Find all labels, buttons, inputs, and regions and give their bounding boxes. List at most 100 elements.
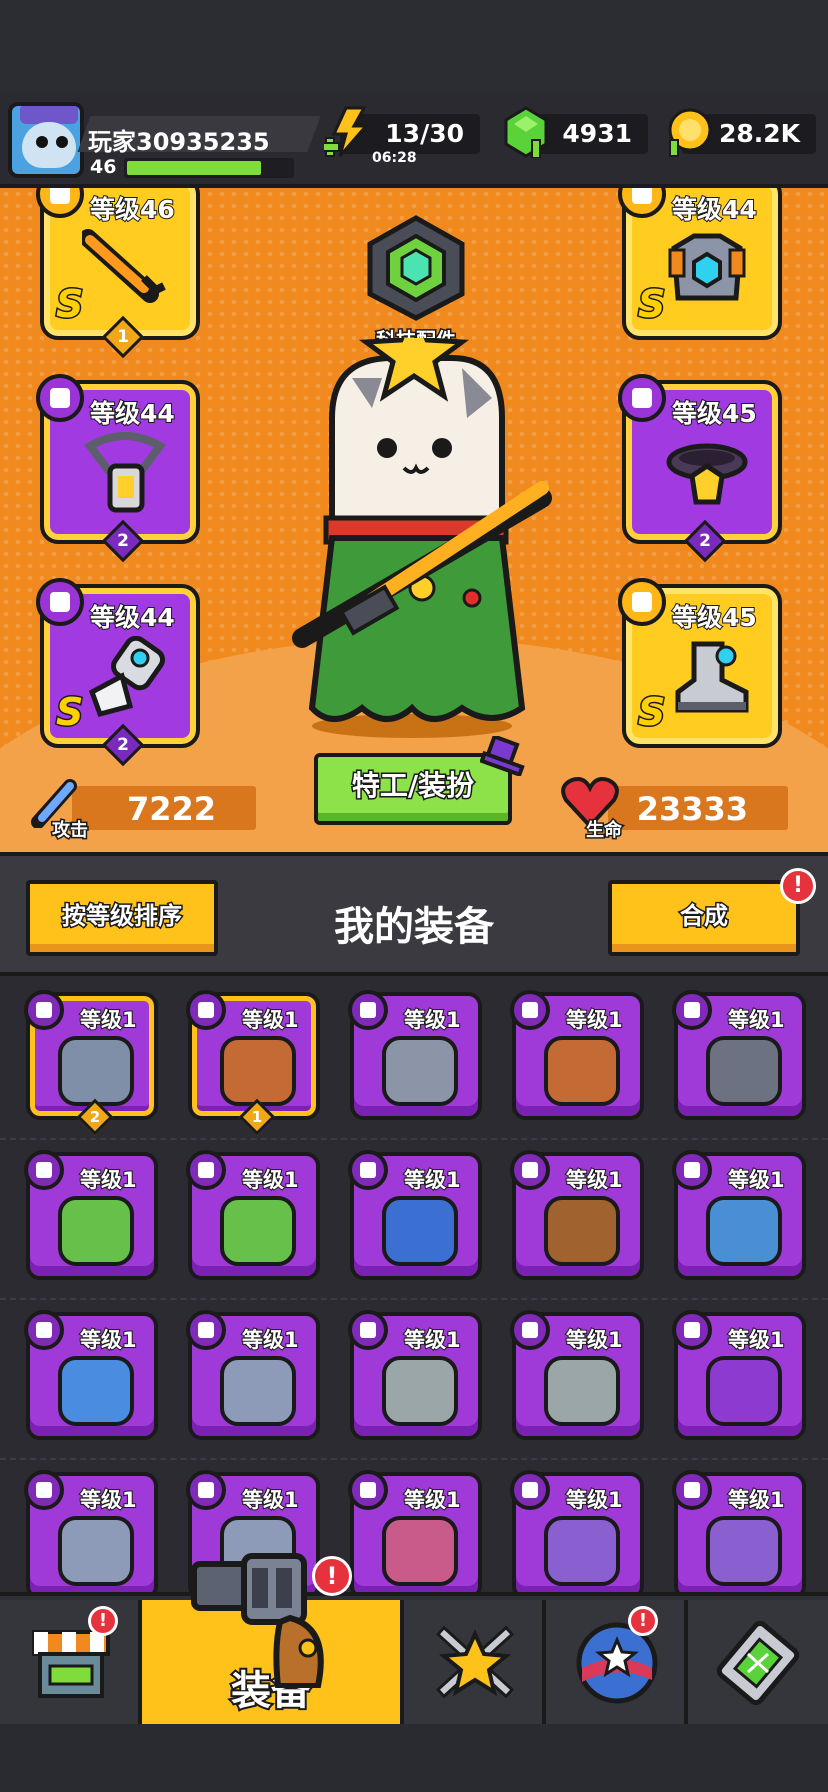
- equipment-item[interactable]: 等级1: [348, 990, 482, 1120]
- fang-necklace-icon: [220, 1036, 296, 1106]
- slot-rank: S: [636, 281, 666, 328]
- item-level: 等级1: [241, 1327, 300, 1353]
- talent-alert-icon: !: [628, 1606, 658, 1636]
- merge-button[interactable]: 合成: [608, 880, 800, 956]
- item-level: 等级1: [403, 1487, 462, 1513]
- rope-belt-icon: [544, 1196, 620, 1266]
- category-icon: [24, 1470, 64, 1510]
- equip-slot-boots[interactable]: 等级45 S: [618, 578, 782, 748]
- nav-dna[interactable]: [688, 1600, 828, 1724]
- row-separator: [0, 1458, 828, 1460]
- slot-level: 等级45: [671, 398, 758, 429]
- gauntlet-icon: [88, 636, 166, 718]
- category-icon: [186, 990, 226, 1030]
- belt-icon: [666, 443, 748, 505]
- category-icon: [510, 1470, 550, 1510]
- equipment-item[interactable]: 等级1: [24, 1150, 158, 1280]
- equipment-item[interactable]: 等级1 2: [24, 990, 158, 1136]
- equipment-item[interactable]: 等级1: [672, 990, 806, 1120]
- weapon-category-icon: [36, 188, 84, 218]
- attack-label: 攻击: [51, 819, 90, 843]
- item-level: 等级1: [565, 1007, 624, 1033]
- gem-value: 4931: [562, 119, 632, 148]
- shield-necklace-icon: [382, 1196, 458, 1266]
- category-icon: [24, 1150, 64, 1190]
- energy-value: 13/30: [385, 119, 464, 148]
- slot-level: 等级44: [89, 602, 176, 633]
- equipment-item[interactable]: 等级1: [348, 1150, 482, 1280]
- equipment-item[interactable]: 等级1: [672, 1310, 806, 1440]
- cat-hero-character: [292, 338, 552, 738]
- slot-level: 等级46: [89, 194, 176, 225]
- category-icon: [186, 1150, 226, 1190]
- equipment-item[interactable]: 等级1: [24, 1470, 158, 1592]
- item-level: 等级1: [79, 1167, 138, 1193]
- equipment-item[interactable]: 等级1: [24, 1310, 158, 1440]
- equipment-item[interactable]: 等级1: [672, 1150, 806, 1280]
- metal-glove-icon: [382, 1356, 458, 1426]
- sort-by-level-label: 按等级排序: [61, 901, 184, 932]
- equipment-item[interactable]: 等级1: [510, 990, 644, 1120]
- equip-slot-armor[interactable]: 等级44 S: [618, 188, 782, 340]
- armor-category-icon: [618, 188, 666, 218]
- spiked-collar-icon: [706, 1036, 782, 1106]
- slot-rank: S: [636, 689, 666, 736]
- equip-slot-glove[interactable]: 等级44 S 2: [36, 578, 200, 767]
- avatar-eye: [56, 136, 68, 148]
- merge-label: 合成: [679, 901, 730, 932]
- dna-capsule-icon: [716, 1620, 800, 1706]
- nav-battle[interactable]: [404, 1600, 546, 1724]
- equip-slot-necklace[interactable]: 等级44 2: [36, 374, 200, 563]
- equipment-grid: 等级1 2 等级1 1 等级1 等级1 等级1 等级1 等级1 等级1 等级1 等级1 等级1 等级1 等级…: [0, 976, 828, 1592]
- category-icon: [510, 1310, 550, 1350]
- spiked-boot-icon: [382, 1516, 458, 1586]
- equipment-item[interactable]: 等级1: [510, 1150, 644, 1280]
- sneaker-icon: [706, 1516, 782, 1586]
- item-level: 等级1: [403, 1327, 462, 1353]
- gem-necklace-icon: [58, 1196, 134, 1266]
- row-separator: [0, 1298, 828, 1300]
- metal-glove-icon: [58, 1516, 134, 1586]
- boots-category-icon: [618, 578, 666, 626]
- boot-icon: [58, 1036, 134, 1106]
- equipment-header: 按等级排序 我的装备 合成 !: [0, 852, 828, 976]
- coin-counter[interactable]: 28.2K: [668, 108, 816, 157]
- energy-timer: 06:28: [372, 150, 417, 166]
- equipment-item[interactable]: 等级1: [672, 1470, 806, 1592]
- slot-level: 等级44: [671, 194, 758, 225]
- category-icon: [672, 1470, 712, 1510]
- boot-icon: [675, 641, 749, 713]
- energy-counter[interactable]: 13/30: [324, 106, 480, 157]
- equipment-item[interactable]: 等级1: [186, 1150, 320, 1280]
- claw-glove-icon: [58, 1356, 134, 1426]
- player-avatar[interactable]: [8, 102, 84, 178]
- slot-count: 1: [101, 315, 145, 359]
- star-belt-icon: [706, 1196, 782, 1266]
- nav-shop[interactable]: !: [0, 1600, 142, 1724]
- gem-counter[interactable]: 4931: [504, 106, 648, 158]
- category-icon: [672, 990, 712, 1030]
- equip-slot-weapon[interactable]: 等级46 S 1: [36, 188, 200, 359]
- item-level: 等级1: [79, 1327, 138, 1353]
- tech-accessory-icon[interactable]: [364, 214, 468, 322]
- category-icon: [510, 990, 550, 1030]
- equipment-item[interactable]: 等级1: [510, 1310, 644, 1440]
- equipment-item[interactable]: 等级1 1: [186, 990, 320, 1136]
- equipment-item[interactable]: 等级1: [186, 1310, 320, 1440]
- equipment-item[interactable]: 等级1: [348, 1310, 482, 1440]
- metal-glove-icon: [544, 1356, 620, 1426]
- sort-by-level-button[interactable]: 按等级排序: [26, 880, 218, 956]
- shop-alert-icon: !: [88, 1606, 118, 1636]
- player-name: 玩家30935235: [88, 128, 270, 156]
- nav-talent[interactable]: !: [546, 1600, 688, 1724]
- category-icon: [348, 1150, 388, 1190]
- energy-bolt-icon: [324, 106, 370, 157]
- hp-stat: 23333: [608, 786, 788, 830]
- equip-slot-belt[interactable]: 等级45 2: [618, 374, 782, 563]
- equipment-item[interactable]: 等级1: [348, 1470, 482, 1592]
- equipment-item[interactable]: 等级1: [510, 1470, 644, 1592]
- item-level: 等级1: [565, 1167, 624, 1193]
- status-bar: [0, 0, 828, 92]
- item-level: 等级1: [79, 1487, 138, 1513]
- slot-rank: S: [54, 689, 84, 736]
